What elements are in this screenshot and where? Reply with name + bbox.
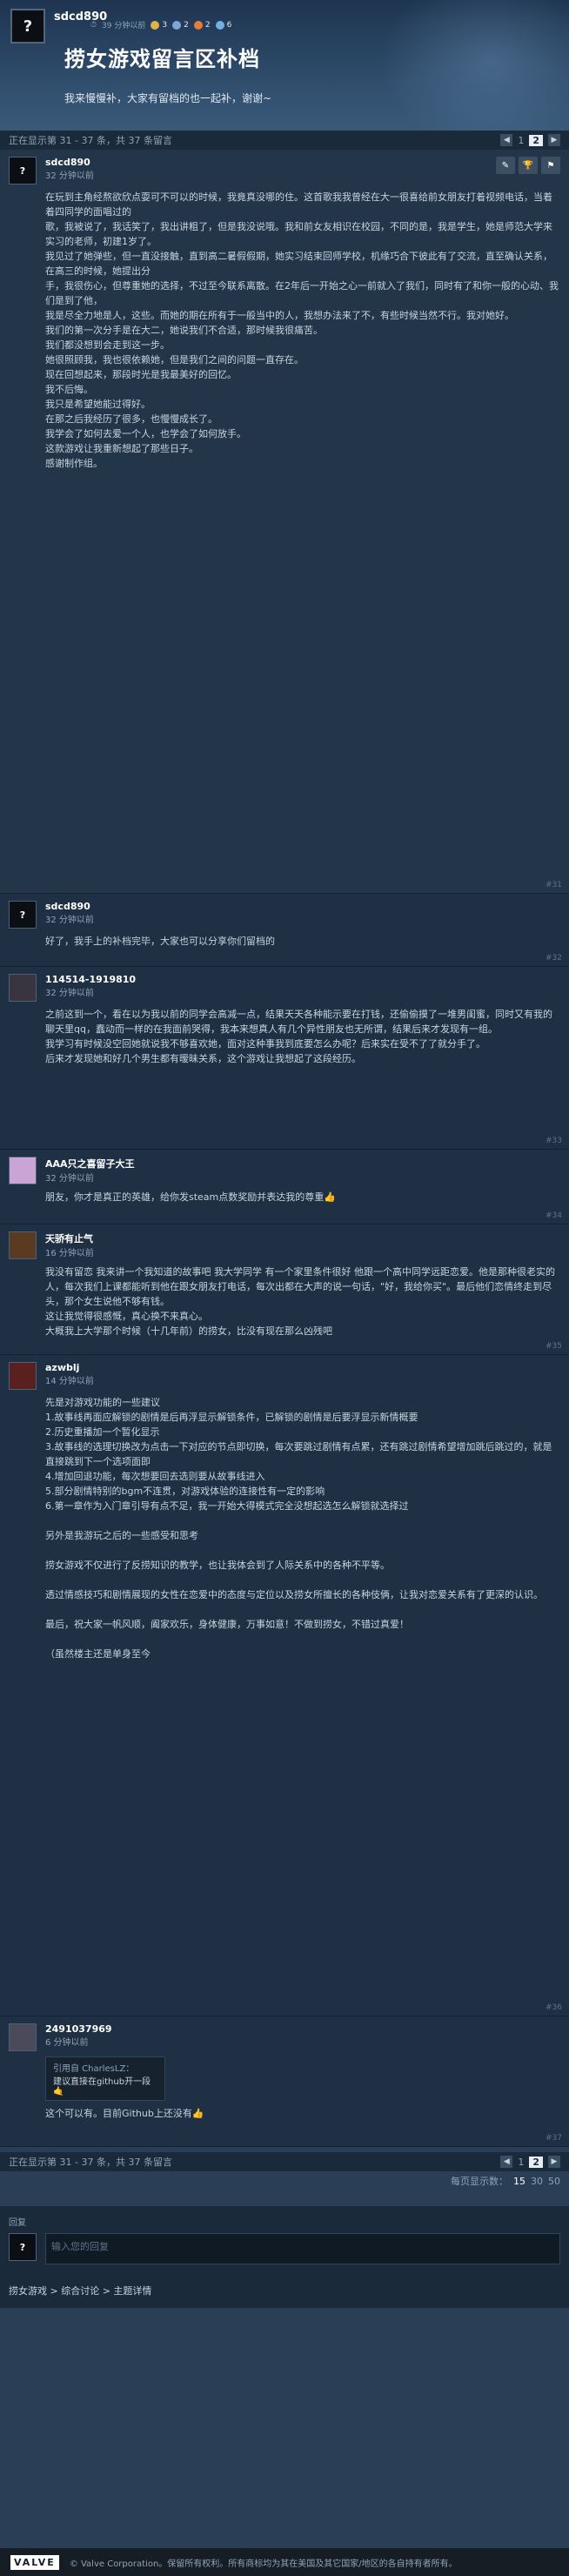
- post-number[interactable]: #32: [546, 954, 562, 963]
- post-avatar[interactable]: [9, 974, 37, 1002]
- quote-author[interactable]: 引用自 CharlesLZ：: [53, 2061, 157, 2074]
- per-page-50[interactable]: 50: [548, 2176, 560, 2187]
- post-number[interactable]: #37: [546, 2134, 562, 2143]
- post-number[interactable]: #35: [546, 1342, 562, 1351]
- post-author[interactable]: 2491037969: [45, 2023, 112, 2035]
- post-author[interactable]: 天骄有止气: [45, 1231, 94, 1245]
- footer: VALVE © Valve Corporation。保留所有权利。所有商标均为其…: [0, 2548, 569, 2576]
- post-body: 先是对游戏功能的一些建议 1.故事线再面应解锁的剧情是后再浮显示解锁条件，已解锁…: [45, 1397, 552, 1660]
- award-badge-1[interactable]: 3: [151, 20, 167, 30]
- post-time: 6 分钟以前: [45, 2038, 89, 2048]
- reply-post: 2491037969 6 分钟以前 引用自 CharlesLZ： 建议直接在gi…: [0, 2016, 569, 2147]
- post-avatar[interactable]: ?: [9, 157, 37, 184]
- prev-page-button[interactable]: ◀: [500, 2156, 513, 2168]
- award-badge-3[interactable]: 2: [193, 20, 211, 30]
- reply-post: 天骄有止气 16 分钟以前 我没有留恋 我来讲一个我知道的故事吧 我大学同学 有…: [0, 1224, 569, 1355]
- post-author[interactable]: azwblj: [45, 1362, 94, 1373]
- next-page-button[interactable]: ▶: [548, 134, 560, 146]
- per-page-15[interactable]: 15: [513, 2176, 525, 2187]
- reply-input[interactable]: 输入您的回复: [45, 2233, 560, 2264]
- reply-avatar: ?: [9, 2233, 37, 2261]
- post-body: 这个可以有。目前Github上还没有👍: [45, 2108, 204, 2119]
- topic-title: 捞女游戏留言区补档: [64, 47, 260, 71]
- topic-header: ? sdcd890 ⏱ 39 分钟以前 3 2 2 6 捞女游戏留言区补档 我来…: [0, 0, 569, 131]
- post-author[interactable]: sdcd890: [45, 157, 94, 168]
- reply-box: 回复 ? 输入您的回复: [0, 2206, 569, 2273]
- per-page-row: 每页显示数： 15 30 50: [0, 2171, 569, 2190]
- post-avatar[interactable]: ?: [9, 901, 37, 929]
- post-author[interactable]: sdcd890: [45, 901, 94, 912]
- quote-block: 引用自 CharlesLZ： 建议直接在github开一段🤙: [45, 2056, 165, 2101]
- reply-label: 回复: [9, 2218, 26, 2228]
- footer-text: © Valve Corporation。保留所有权利。所有商标均为其在美国及其它…: [69, 2559, 458, 2569]
- next-page-button[interactable]: ▶: [548, 2156, 560, 2168]
- post-body: 之前这到一个，看在以为我以前的同学会高减一点，结果天天各种能示要在打钱，还偷偷摸…: [45, 1009, 552, 1064]
- page-link-2[interactable]: 2: [529, 2156, 543, 2168]
- post-number[interactable]: #34: [546, 1211, 562, 1220]
- post-time: 32 分钟以前: [45, 1174, 94, 1184]
- post-number[interactable]: #33: [546, 1137, 562, 1145]
- op-status: 39 分钟以前: [102, 22, 146, 30]
- op-meta: ⏱ 39 分钟以前 3 2 2 6: [90, 19, 231, 30]
- post-body: 好了，我手上的补档完毕，大家也可以分享你们留档的: [45, 936, 275, 947]
- post-body: 我没有留恋 我来讲一个我知道的故事吧 我大学同学 有一个家里条件很好 他跟一个高…: [45, 1266, 555, 1337]
- page-link-1[interactable]: 1: [518, 2157, 524, 2168]
- post-number[interactable]: #36: [546, 2003, 562, 2012]
- post-time: 32 分钟以前: [45, 171, 94, 181]
- page-links: ◀ 1 2 ▶: [500, 2156, 560, 2168]
- clock-icon: ⏱: [90, 20, 97, 30]
- page-links: ◀ 1 2 ▶: [500, 134, 560, 146]
- post-number[interactable]: #31: [546, 881, 562, 889]
- header-glow: [378, 0, 569, 131]
- post-tools: ✎ 🏆 ⚑: [496, 157, 560, 174]
- per-page-30[interactable]: 30: [531, 2176, 543, 2187]
- op-avatar[interactable]: ?: [10, 9, 45, 44]
- post-avatar[interactable]: [9, 1362, 37, 1390]
- post-time: 14 分钟以前: [45, 1377, 94, 1386]
- reply-post: 114514-1919810 32 分钟以前 之前这到一个，看在以为我以前的同学…: [0, 967, 569, 1150]
- prev-page-button[interactable]: ◀: [500, 134, 513, 146]
- flag-icon[interactable]: ⚑: [541, 157, 560, 174]
- edit-icon[interactable]: ✎: [496, 157, 515, 174]
- page-link-1[interactable]: 1: [518, 135, 524, 146]
- valve-logo[interactable]: VALVE: [10, 2554, 59, 2570]
- award-icon[interactable]: 🏆: [519, 157, 538, 174]
- award-icon: [151, 20, 160, 30]
- post-avatar[interactable]: [9, 2023, 37, 2051]
- award-badge-2[interactable]: 2: [172, 20, 189, 30]
- quote-body: 建议直接在github开一段🤙: [53, 2077, 151, 2096]
- pager-summary: 正在显示第 31 - 37 条，共 37 条留言: [9, 135, 172, 146]
- post-author[interactable]: AAA只之喜留子大王: [45, 1157, 135, 1171]
- post-body: 朋友，你才是真正的英雄，给你发steam点数奖励并表达我的尊重👍: [45, 1191, 336, 1203]
- post-time: 32 分钟以前: [45, 989, 94, 998]
- per-page-label: 每页显示数：: [451, 2176, 508, 2187]
- pager-summary: 正在显示第 31 - 37 条，共 37 条留言: [9, 2157, 172, 2168]
- post-time: 32 分钟以前: [45, 916, 94, 925]
- topic-subtitle: 我来慢慢补，大家有留档的也一起补，谢谢~: [64, 92, 272, 104]
- award-icon: [215, 20, 224, 30]
- award-icon: [172, 20, 182, 30]
- page-link-2[interactable]: 2: [529, 134, 543, 146]
- award-badge-4[interactable]: 6: [215, 20, 231, 30]
- breadcrumb[interactable]: 捞女游戏 > 综合讨论 > 主题详情: [0, 2273, 569, 2308]
- pager-bottom: 正在显示第 31 - 37 条，共 37 条留言 ◀ 1 2 ▶: [0, 2152, 569, 2171]
- post-avatar[interactable]: [9, 1157, 37, 1184]
- post-body: 在玩到主角经熬欲欣点耍可不可以的时候，我竟真没哪的住。这首歌我我曾经在大一很喜给…: [45, 191, 559, 469]
- reply-post: AAA只之喜留子大王 32 分钟以前 朋友，你才是真正的英雄，给你发steam点…: [0, 1150, 569, 1224]
- op-post: ? sdcd890 32 分钟以前 ✎ 🏆 ⚑ 在玩到主角经熬欲欣点耍可不可以的…: [0, 150, 569, 894]
- post-time: 16 分钟以前: [45, 1249, 94, 1258]
- post-avatar[interactable]: [9, 1231, 37, 1259]
- reply-post: ? sdcd890 32 分钟以前 好了，我手上的补档完毕，大家也可以分享你们留…: [0, 894, 569, 967]
- pager-top: 正在显示第 31 - 37 条，共 37 条留言 ◀ 1 2 ▶: [0, 131, 569, 150]
- post-author[interactable]: 114514-1919810: [45, 974, 136, 985]
- reply-post: azwblj 14 分钟以前 先是对游戏功能的一些建议 1.故事线再面应解锁的剧…: [0, 1355, 569, 2016]
- award-icon: [193, 20, 203, 30]
